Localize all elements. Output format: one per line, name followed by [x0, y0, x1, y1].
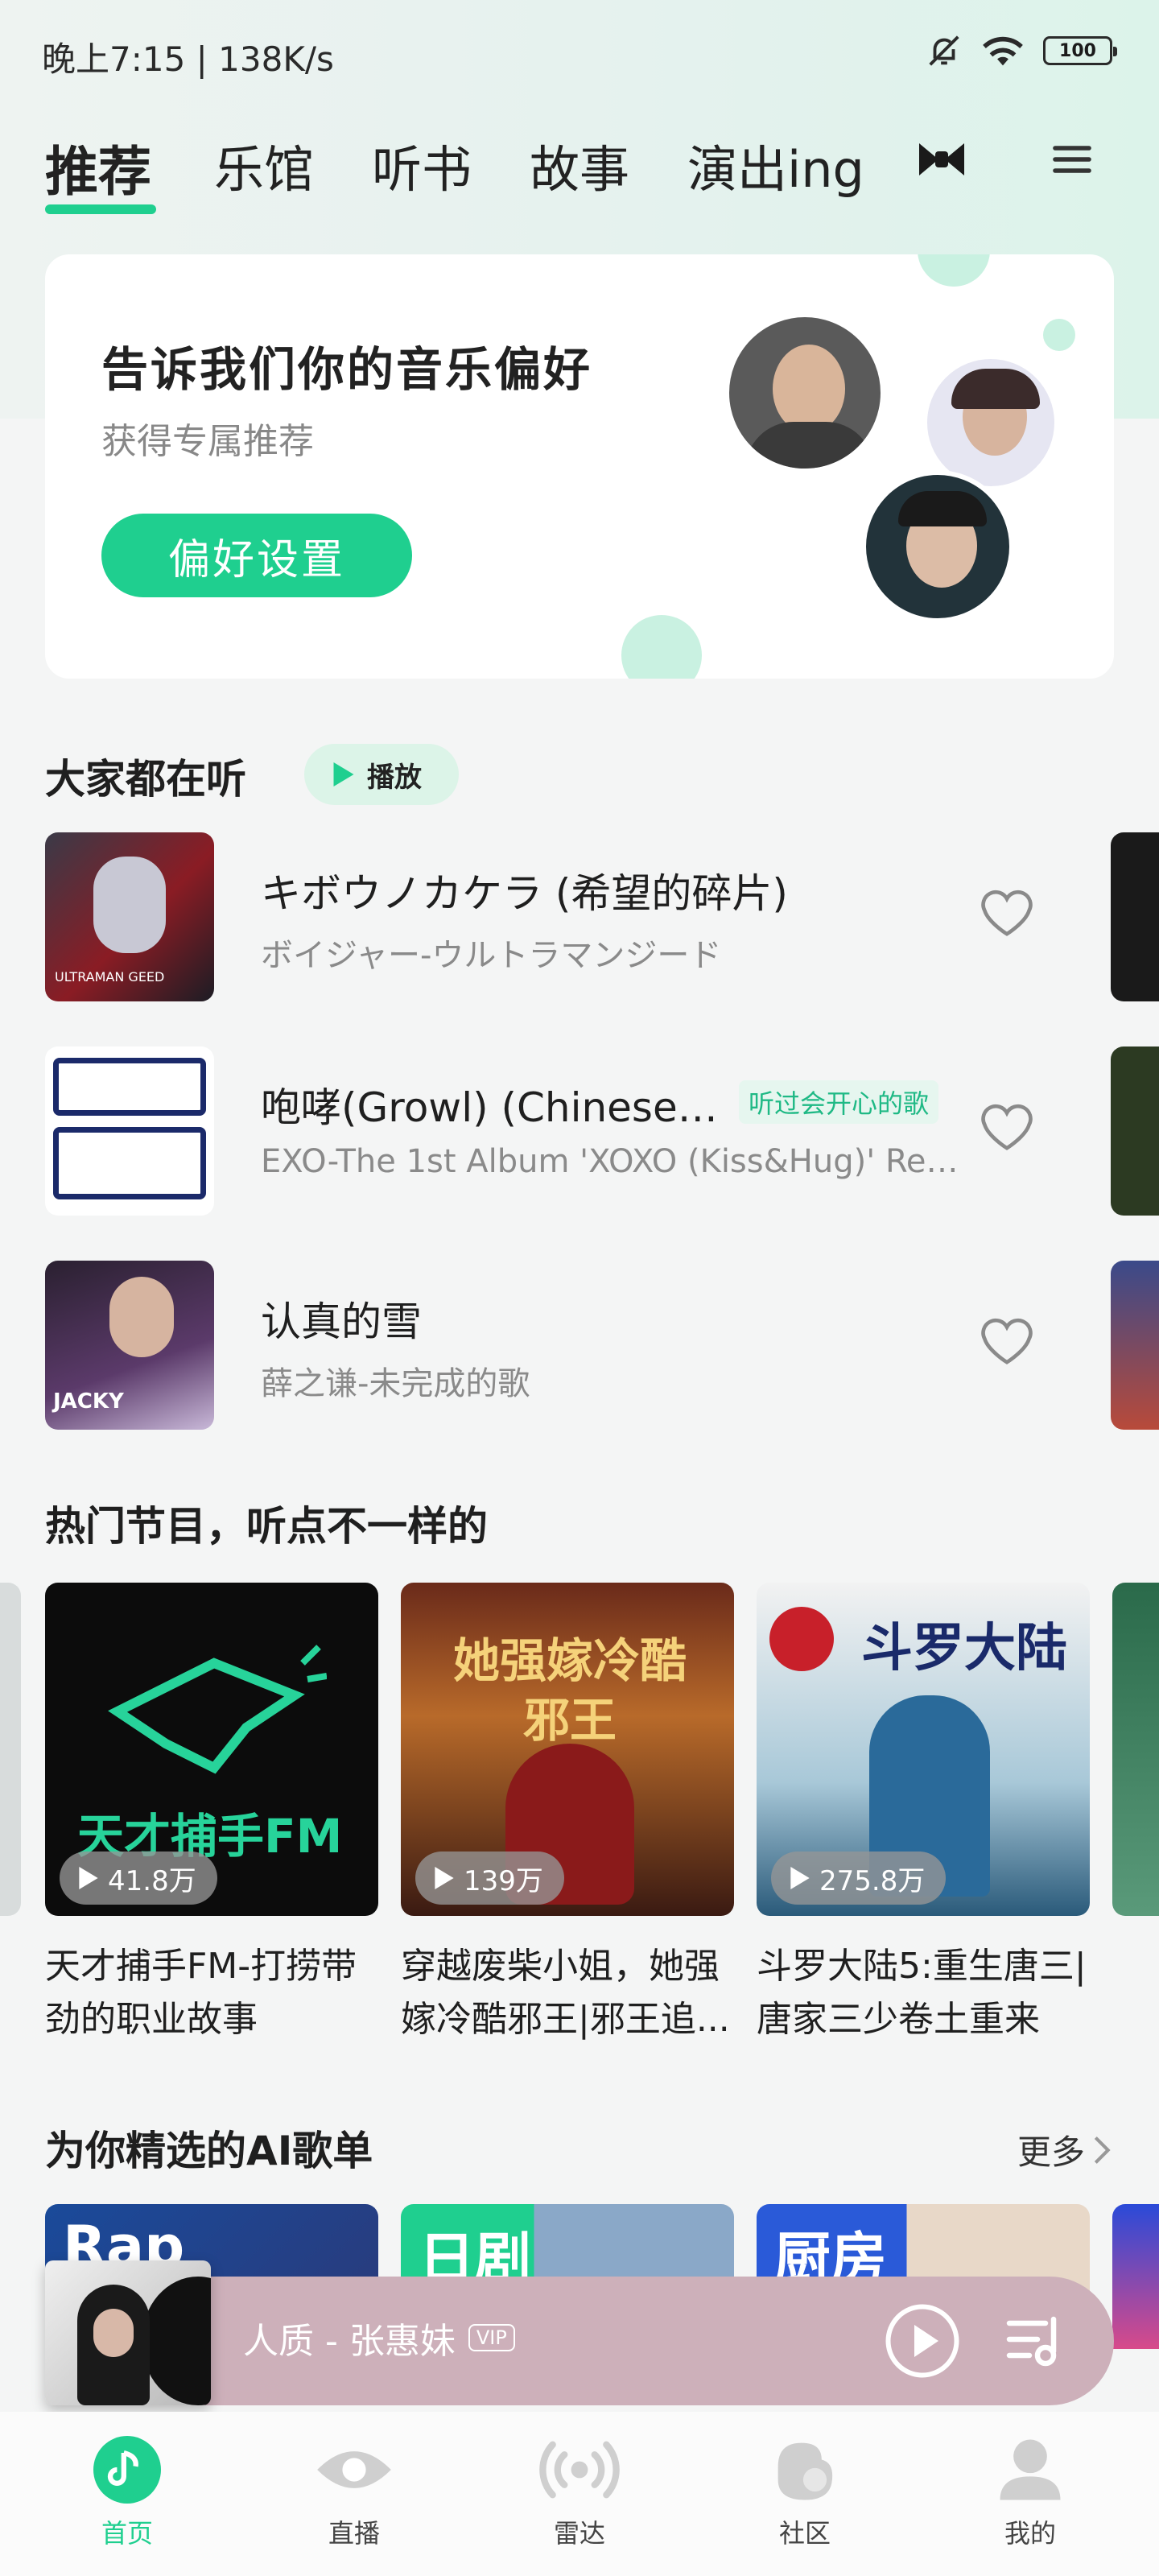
tab-stories[interactable]: 故事 — [530, 129, 629, 201]
artist-avatar — [861, 470, 1014, 623]
song-cover — [45, 1046, 214, 1216]
program-card[interactable]: 天才捕手FM 41.8万 天才捕手FM-打捞带劲的职业故事 — [45, 1583, 378, 2046]
ai-playlist-section-title: 为你精选的AI歌单 — [45, 2128, 373, 2174]
radar-icon — [539, 2441, 620, 2499]
mini-player-cover[interactable] — [45, 2260, 211, 2405]
nav-label: 我的 — [1004, 2518, 1056, 2549]
play-count: 275.8万 — [819, 1864, 926, 1897]
prev-card-peek — [0, 1583, 21, 1916]
nav-label: 社区 — [778, 2518, 831, 2549]
artist-avatar — [724, 312, 885, 473]
song-row[interactable]: 咆哮(Growl) (Chinese ... 听过会开心的歌 EXO-The 1… — [45, 1046, 1091, 1216]
pointing-hand-icon — [108, 1645, 327, 1774]
popular-section-title: 大家都在听 — [45, 756, 246, 803]
programs-section-title: 热门节目，听点不一样的 — [45, 1503, 488, 1550]
nav-home[interactable]: 首页 — [47, 2436, 208, 2550]
vip-badge: VIP — [468, 2324, 515, 2351]
song-artist-album: ボイジャー-ウルトラマンジード — [261, 937, 722, 974]
menu-icon[interactable] — [1050, 137, 1095, 182]
community-icon — [777, 2442, 833, 2500]
active-tab-indicator — [45, 204, 156, 214]
play-icon — [435, 1867, 454, 1889]
heart-icon[interactable] — [979, 887, 1035, 939]
song-title: 咆哮(Growl) (Chinese ... — [261, 1084, 720, 1131]
song-title: キボウノカケラ (希望的碎片) — [261, 870, 788, 917]
song-artist-album: EXO-The 1st Album 'XOXO (Kiss&Hug)' Rep.… — [261, 1143, 961, 1180]
program-title: 天才捕手FM-打捞带劲的职业故事 — [45, 1946, 357, 2040]
song-row[interactable]: ULTRAMAN GEED キボウノカケラ (希望的碎片) ボイジャー-ウルトラ… — [45, 832, 1091, 1001]
play-count: 41.8万 — [108, 1864, 196, 1897]
program-title: 斗罗大陆5:重生唐三|唐家三少卷土重来 — [757, 1946, 1087, 2040]
playlist-icon[interactable] — [1001, 2307, 1066, 2372]
song-artist-album: 薛之谦-未完成的歌 — [261, 1365, 530, 1402]
tab-recommend[interactable]: 推荐 — [45, 129, 151, 206]
play-all-label: 播放 — [367, 761, 422, 794]
next-card-peek — [1111, 832, 1159, 1001]
eye-icon — [317, 2451, 391, 2488]
wifi-icon — [983, 36, 1023, 66]
nav-profile[interactable]: 我的 — [950, 2436, 1111, 2550]
song-cover: ULTRAMAN GEED — [45, 832, 214, 1001]
program-cover-text: 她强嫁冷酷邪王 — [452, 1633, 687, 1748]
program-cover: 斗罗大陆 275.8万 — [757, 1583, 1090, 1916]
song-row[interactable]: JACKY 认真的雪 薛之谦-未完成的歌 — [45, 1261, 1091, 1430]
play-all-button[interactable]: 播放 — [304, 744, 459, 805]
next-card-peek — [1111, 1261, 1159, 1430]
play-count-badge: 139万 — [415, 1852, 564, 1905]
play-button-icon[interactable] — [882, 2301, 963, 2381]
chevron-right-icon — [1094, 2136, 1111, 2164]
preference-card[interactable]: 告诉我们你的音乐偏好 获得专属推荐 偏好设置 — [45, 254, 1114, 679]
next-card-peek — [1112, 2204, 1159, 2349]
status-icons: 100 — [926, 32, 1117, 69]
song-title: 认真的雪 — [261, 1298, 422, 1345]
nav-community[interactable]: 社区 — [724, 2436, 885, 2550]
more-label: 更多 — [1017, 2132, 1085, 2172]
song-cover: JACKY — [45, 1261, 214, 1430]
play-icon — [79, 1867, 98, 1889]
program-cover: 天才捕手FM 41.8万 — [45, 1583, 378, 1916]
nav-live[interactable]: 直播 — [274, 2436, 435, 2550]
play-count: 139万 — [464, 1864, 543, 1897]
program-title: 穿越废柴小姐，她强嫁冷酷邪王|邪王追... — [401, 1946, 730, 2040]
status-time: 晚上7:15 | 138K/s — [42, 39, 334, 79]
nav-label: 直播 — [328, 2518, 380, 2549]
nav-radar[interactable]: 雷达 — [499, 2436, 660, 2550]
play-icon — [333, 762, 354, 786]
tab-shows[interactable]: 演出ing — [687, 129, 864, 201]
music-note-icon — [93, 2436, 161, 2504]
bowtie-icon[interactable] — [916, 137, 967, 182]
user-icon — [1000, 2439, 1061, 2500]
program-cover: 她强嫁冷酷邪王 139万 — [401, 1583, 734, 1916]
next-card-peek — [1112, 1583, 1159, 1916]
play-icon — [790, 1867, 810, 1889]
preference-settings-button[interactable]: 偏好设置 — [101, 514, 412, 597]
nav-label: 首页 — [101, 2518, 153, 2549]
mini-player-track[interactable]: 人质 - 张惠妹 VIP — [243, 2312, 515, 2363]
tab-audiobooks[interactable]: 听书 — [372, 129, 472, 201]
heart-icon[interactable] — [979, 1101, 1035, 1153]
more-link[interactable]: 更多 — [1017, 2125, 1111, 2174]
now-playing-title: 人质 - 张惠妹 — [243, 2321, 456, 2362]
top-tabs: 推荐 乐馆 听书 故事 演出ing — [45, 129, 1116, 225]
decor-bubble — [621, 615, 702, 679]
bottom-navigation: 首页 直播 雷达 社区 我的 — [0, 2412, 1159, 2576]
decor-bubble — [1043, 319, 1075, 351]
song-tag: 听过会开心的歌 — [739, 1080, 939, 1124]
heart-icon[interactable] — [979, 1315, 1035, 1367]
tab-music-hall[interactable]: 乐馆 — [214, 129, 314, 201]
status-bar: 晚上7:15 | 138K/s 100 — [0, 0, 1159, 105]
decor-bubble — [918, 254, 990, 287]
play-count-badge: 41.8万 — [60, 1852, 217, 1905]
next-card-peek — [1111, 1046, 1159, 1216]
play-count-badge: 275.8万 — [771, 1852, 947, 1905]
program-card[interactable]: 她强嫁冷酷邪王 139万 穿越废柴小姐，她强嫁冷酷邪王|邪王追... — [401, 1583, 734, 2046]
program-card[interactable]: 斗罗大陆 275.8万 斗罗大陆5:重生唐三|唐家三少卷土重来 — [757, 1583, 1090, 2046]
preference-title: 告诉我们你的音乐偏好 — [101, 342, 593, 397]
battery-indicator: 100 — [1043, 36, 1117, 65]
preference-subtitle: 获得专属推荐 — [101, 421, 314, 462]
bell-muted-icon — [929, 35, 959, 66]
program-cover-text: 斗罗大陆 — [861, 1619, 1067, 1678]
nav-label: 雷达 — [553, 2518, 605, 2549]
